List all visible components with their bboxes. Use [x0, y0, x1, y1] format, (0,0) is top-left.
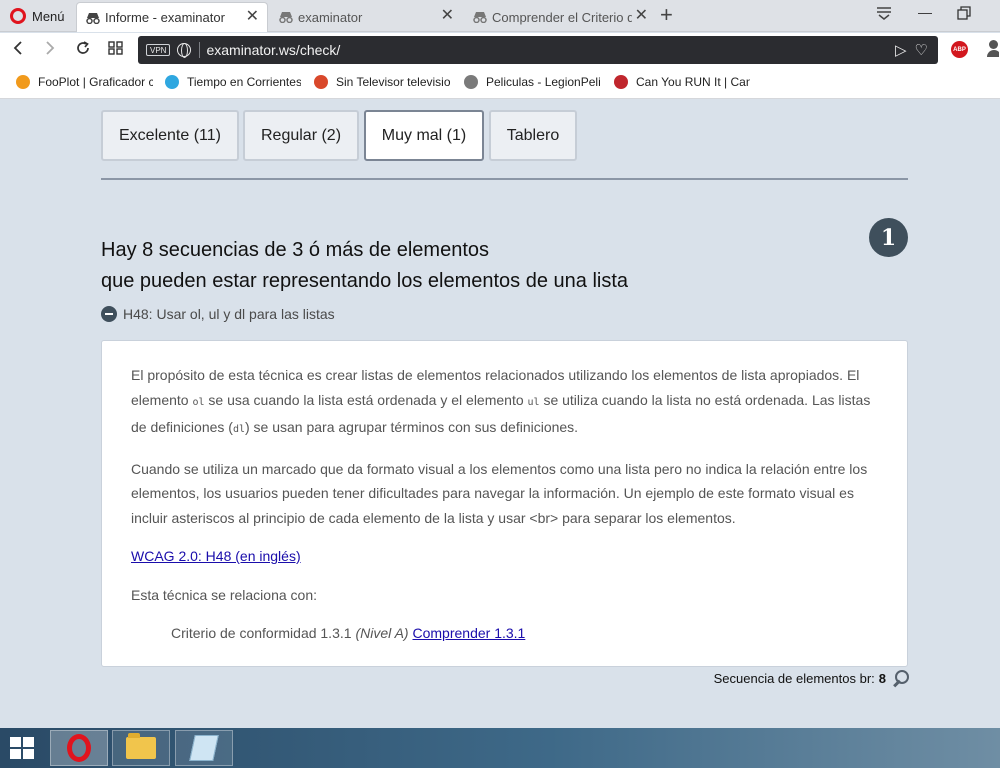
tab-examinator[interactable]: examinator ✕ [270, 2, 462, 32]
close-tab-icon[interactable]: ✕ [441, 8, 454, 24]
url-text[interactable]: examinator.ws/check/ [206, 42, 340, 58]
back-icon[interactable] [12, 40, 24, 59]
globe-icon [177, 43, 192, 58]
tab-muy-mal[interactable]: Muy mal (1) [364, 110, 484, 161]
notepad-icon [189, 735, 219, 761]
code-ol: ol [192, 396, 205, 408]
opera-icon [67, 734, 91, 762]
technique-toggle-label[interactable]: H48: Usar ol, ul y dl para las listas [123, 306, 335, 322]
taskbar-notepad[interactable] [175, 730, 233, 766]
bookmark-peliculas[interactable]: Peliculas - LegionPeli [464, 75, 600, 89]
bookmark-label: Can You RUN It | Can [636, 75, 750, 89]
incognito-icon [278, 10, 294, 24]
forward-icon[interactable] [44, 40, 56, 59]
address-field[interactable]: VPN examinator.ws/check/ ▷ ♡ [138, 36, 938, 64]
vpn-badge[interactable]: VPN [146, 44, 171, 56]
reload-icon[interactable] [75, 40, 91, 59]
pc-icon [614, 75, 628, 89]
tab-label: examinator [298, 9, 363, 25]
close-tab-icon[interactable]: ✕ [246, 9, 259, 25]
browser-tab-strip: Menú Informe - examinator ✕ examinator ✕… [0, 0, 1000, 32]
bookmarks-bar: FooPlot | Graficador c Tiempo en Corrien… [0, 67, 1000, 99]
bookmark-sin-televisor[interactable]: Sin Televisor televisio [314, 75, 450, 89]
send-icon[interactable]: ▷ [895, 41, 907, 59]
tab-regular[interactable]: Regular (2) [243, 110, 359, 161]
taskbar-file-explorer[interactable] [112, 730, 170, 766]
opera-menu-label: Menú [32, 8, 65, 24]
technique-toggle[interactable]: H48: Usar ol, ul y dl para las listas [101, 306, 335, 322]
br-sequence-stat: Secuencia de elementos br: 8 [714, 670, 909, 687]
collapse-minus-icon[interactable] [101, 306, 117, 322]
weather-icon [165, 75, 179, 89]
tab-label: Comprender el Criterio de [492, 9, 632, 25]
issue-number-badge: 1 [869, 218, 908, 257]
windows-taskbar [0, 728, 1000, 768]
bookmark-tiempo[interactable]: Tiempo en Corrientes [165, 75, 301, 89]
address-divider [199, 42, 201, 58]
issue-title-line2: que pueden estar representando los eleme… [101, 270, 629, 292]
bookmark-label: Peliculas - LegionPeli [486, 75, 600, 89]
heart-bookmark-icon[interactable]: ♡ [915, 41, 928, 59]
opera-menu-button[interactable]: Menú [0, 0, 74, 32]
issue-title: Hay 8 secuencias de 3 ó más de elementos… [101, 235, 628, 297]
tab-informe-examinator[interactable]: Informe - examinator ✕ [76, 2, 268, 32]
adblock-plus-icon[interactable]: ABP [951, 41, 968, 58]
code-dl: dl [232, 424, 245, 435]
film-reel-icon [464, 75, 478, 89]
technique-paragraph-2: Cuando se utiliza un marcado que da form… [131, 460, 868, 526]
restore-icon[interactable] [957, 6, 971, 23]
wcag-h48-link[interactable]: WCAG 2.0: H48 (en inglés) [131, 548, 301, 564]
page-content: Excelente (11) Regular (2) Muy mal (1) T… [0, 100, 1000, 728]
technique-panel: El propósito de esta técnica es crear li… [101, 340, 908, 667]
taskbar-opera[interactable] [50, 730, 108, 766]
criterion-level: (Nivel A) [355, 625, 409, 641]
address-bar-row: VPN examinator.ws/check/ ▷ ♡ ABP [0, 33, 1000, 67]
opera-logo-icon [10, 8, 26, 24]
section-divider [101, 178, 908, 180]
bookmark-label: FooPlot | Graficador c [38, 75, 153, 89]
br-sequence-count: 8 [878, 671, 886, 686]
magnifier-icon[interactable] [892, 670, 909, 687]
gear-icon [314, 75, 328, 89]
tab-label: Informe - examinator [105, 10, 225, 25]
related-label: Esta técnica se relaciona con: [131, 586, 317, 603]
bookmark-label: Tiempo en Corrientes [187, 75, 301, 89]
close-tab-icon[interactable]: ✕ [635, 8, 648, 24]
bookmark-label: Sin Televisor televisio [336, 75, 450, 89]
related-criterion: Criterio de conformidad 1.3.1 (Nivel A) … [171, 625, 526, 641]
account-icon[interactable] [985, 40, 999, 57]
tab-excelente[interactable]: Excelente (11) [101, 110, 239, 161]
technique-paragraph-1: El propósito de esta técnica es crear li… [131, 367, 871, 435]
folder-icon [126, 733, 156, 759]
tab-menu-icon[interactable] [876, 6, 892, 23]
code-ul: ul [527, 396, 540, 408]
comprender-131-link[interactable]: Comprender 1.3.1 [412, 625, 525, 641]
issue-title-line1: Hay 8 secuencias de 3 ó más de elementos [101, 239, 489, 261]
bookmark-can-you-run-it[interactable]: Can You RUN It | Can [614, 75, 750, 89]
fooplot-icon [16, 75, 30, 89]
speed-dial-icon[interactable] [108, 40, 124, 59]
windows-start-icon[interactable] [10, 737, 34, 759]
minimize-icon[interactable]: — [918, 4, 932, 20]
br-sequence-label: Secuencia de elementos br: [713, 671, 875, 686]
tab-comprender-criterio[interactable]: Comprender el Criterio de ✕ [464, 2, 656, 32]
tab-tablero[interactable]: Tablero [489, 110, 577, 161]
incognito-icon [472, 10, 488, 24]
new-tab-icon[interactable]: + [660, 4, 673, 26]
bookmark-fooplot[interactable]: FooPlot | Graficador c [16, 75, 153, 89]
incognito-icon [85, 11, 101, 25]
